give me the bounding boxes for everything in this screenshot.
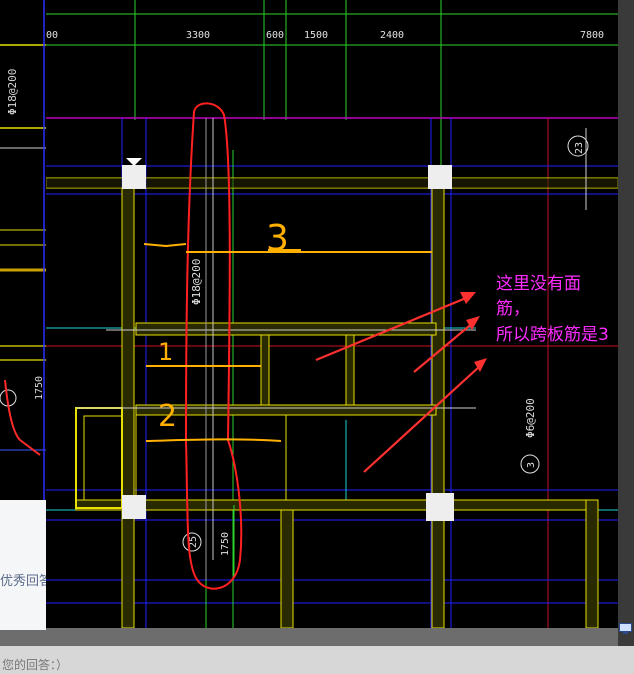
dim-1750-text: 1750 [220,532,231,556]
dim-label-2400: 2400 [380,30,404,41]
annotation-line2: 筋， [496,299,530,319]
right-scroll-strip[interactable] [618,0,634,646]
left-cad-fragment: Φ18@200 1750 [0,0,46,500]
answer-hint-text: 您的回答：） [2,658,69,672]
excellent-answer-label[interactable]: 优秀回答 [0,570,52,589]
dim-label-600: 600 [266,30,284,41]
cad-drawing-canvas: 00 3300 600 1500 2400 7800 23 3 25 Φ18@2… [46,0,618,628]
column-1 [122,165,146,189]
dim-label-00: 00 [46,30,58,41]
grid-bubble-23-text: 23 [574,142,585,154]
rebar-label-right: Φ6@200 [524,398,537,438]
left-gray-panel [0,500,46,630]
left-cad-svg: Φ18@200 1750 [0,0,46,500]
dim-label-1500: 1500 [304,30,328,41]
grid-bubble-3-text: 3 [526,462,537,468]
handwritten-3: 3 [266,218,289,259]
annotation-line1: 这里没有面 [496,274,581,294]
cad-svg: 00 3300 600 1500 2400 7800 23 3 25 Φ18@2… [46,0,618,628]
column-2 [428,165,452,189]
handwritten-1: 1 [158,338,173,366]
handwritten-2: 2 [158,399,177,434]
column-4 [426,493,454,521]
left-dim-text: 1750 [34,376,45,400]
annotation-line3: 所以跨板筋是3 [496,325,609,345]
dim-label-3300: 3300 [186,30,210,41]
answer-input-bar[interactable] [0,646,634,674]
rebar-label-vertical: Φ18@200 [190,259,203,305]
monitor-icon[interactable] [619,619,632,634]
annotation-arrows [315,292,487,473]
left-rebar-label: Φ18@200 [6,69,19,115]
dim-label-7800: 7800 [580,30,604,41]
column-3 [122,495,146,519]
